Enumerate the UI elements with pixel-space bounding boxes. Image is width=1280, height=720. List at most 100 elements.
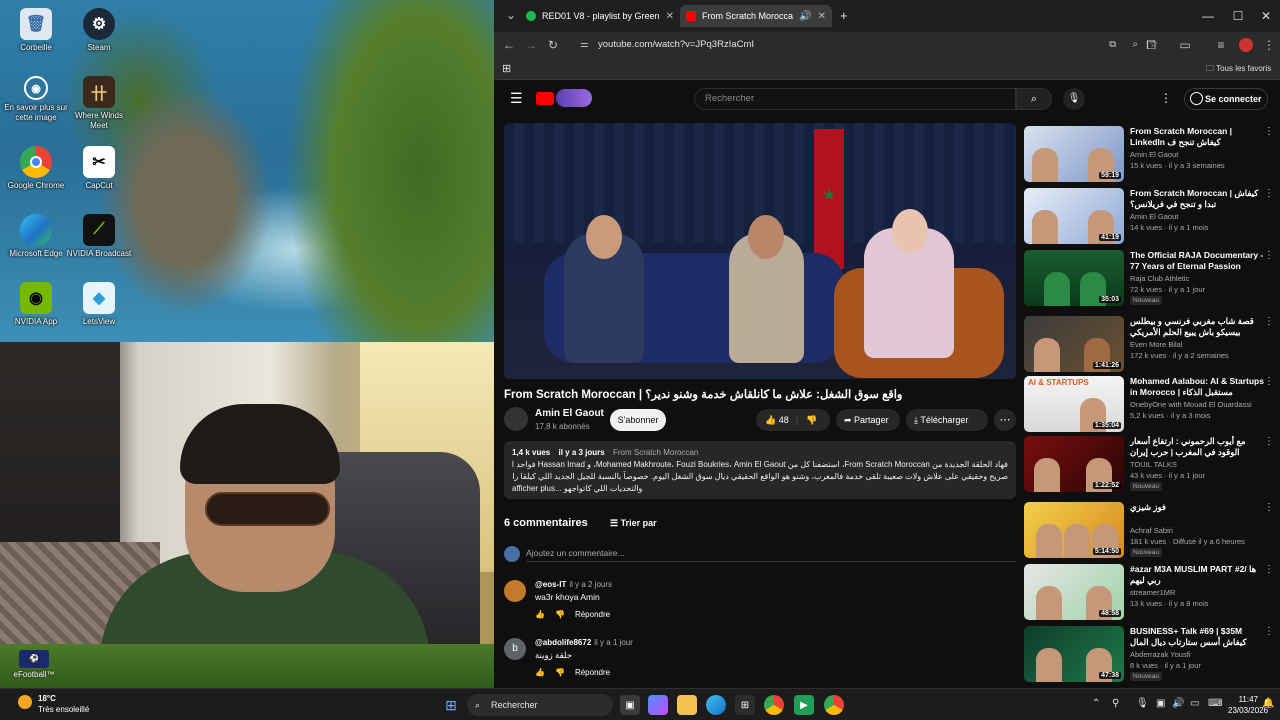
recommended-video[interactable]: 1:41:26 قصة شاب مغربي فرنسي و بيطلس بيسي… bbox=[1024, 316, 1274, 374]
video-description[interactable]: 1,4 k vues il y a 3 jours From Scratch M… bbox=[504, 441, 1016, 499]
video-options-icon[interactable]: ⋮ bbox=[1264, 126, 1274, 137]
channel-avatar[interactable] bbox=[504, 407, 528, 431]
new-tab-button[interactable]: + bbox=[840, 8, 848, 23]
zoom-icon[interactable]: ⌕ bbox=[1133, 35, 1138, 55]
install-app-icon[interactable]: ⧉ bbox=[1109, 35, 1116, 55]
microphone-tray-icon[interactable]: 🎙 bbox=[1136, 698, 1149, 709]
add-comment-input[interactable]: Ajoutez un commentaire... bbox=[526, 548, 1016, 562]
recommended-title[interactable]: فوز شيزي bbox=[1130, 502, 1264, 524]
recommended-video[interactable]: 1:22:52 مع أيوب الرحموني : ارتفاع أسعار … bbox=[1024, 436, 1274, 494]
desktop-icon-efootball[interactable]: ⚽ eFootball™ bbox=[8, 650, 60, 679]
desktop-icon-letsview[interactable]: ◆ LetsView bbox=[66, 282, 132, 327]
dislike-button[interactable]: 👎 bbox=[806, 409, 817, 431]
video-options-icon[interactable]: ⋮ bbox=[1264, 316, 1274, 327]
hamburger-menu-icon[interactable]: ☰ bbox=[510, 90, 523, 107]
sort-comments-button[interactable]: ☰ Trier par bbox=[610, 518, 657, 529]
recommended-title[interactable]: مع أيوب الرحموني : ارتفاع أسعار الوقود ف… bbox=[1130, 436, 1264, 458]
video-thumbnail[interactable]: 47:38 bbox=[1024, 626, 1124, 682]
address-bar[interactable]: ⚌ youtube.com/watch?v=JPq3RzIaCmI ⧉ ⌕ ☆ bbox=[574, 35, 1164, 55]
reply-button[interactable]: Répondre bbox=[575, 668, 610, 677]
youtube-doodle-logo[interactable] bbox=[556, 89, 592, 107]
site-info-icon[interactable]: ⚌ bbox=[580, 35, 589, 55]
series-link[interactable]: From Scratch Moroccan bbox=[613, 448, 698, 457]
recommended-video[interactable]: 5:14:50 فوز شيزي Achraf Sabiri 181 k vue… bbox=[1024, 502, 1274, 560]
recommended-channel[interactable]: Abderrazak Yousfi bbox=[1130, 650, 1190, 659]
tab-close-icon[interactable]: ✕ bbox=[666, 11, 674, 22]
recommended-video[interactable]: 35:03 The Official RAJA Documentary - 77… bbox=[1024, 250, 1274, 308]
share-button[interactable]: ➦ Partager bbox=[836, 409, 900, 431]
video-options-icon[interactable]: ⋮ bbox=[1264, 502, 1274, 513]
recommended-channel[interactable]: Amin El Gaout bbox=[1130, 212, 1178, 221]
recommended-video[interactable]: 48:58 #azar M3A MUSLIM PART #2/ ها ربي ل… bbox=[1024, 564, 1274, 622]
recommended-video[interactable]: 41:19 From Scratch Moroccan | كيفاش تبدا… bbox=[1024, 188, 1274, 246]
recommended-title[interactable]: #azar M3A MUSLIM PART #2/ ها ربي ليهم bbox=[1130, 564, 1264, 586]
video-options-icon[interactable]: ⋮ bbox=[1264, 250, 1274, 261]
recommended-channel[interactable]: TOUIL TALKS bbox=[1130, 460, 1177, 469]
subscribe-button[interactable]: S'abonner bbox=[610, 409, 666, 431]
desktop-icon-where-winds-meet[interactable]: 卄 Where Winds Meet bbox=[66, 76, 132, 131]
recommended-channel[interactable]: Amin El Gaout bbox=[1130, 150, 1178, 159]
file-explorer-icon[interactable] bbox=[677, 695, 697, 715]
tab-search-icon[interactable]: ⌄ bbox=[500, 8, 522, 22]
recommended-channel[interactable]: OnebyOne with Mouad El Ouardassi bbox=[1130, 400, 1252, 409]
clock[interactable]: 11:47 23/03/2026 bbox=[1228, 694, 1268, 716]
video-options-icon[interactable]: ⋮ bbox=[1264, 436, 1274, 447]
all-bookmarks-folder[interactable]: 🗀 Tous les favoris bbox=[1206, 63, 1271, 77]
usb-icon[interactable]: ⚲ bbox=[1112, 698, 1119, 709]
description-show-more[interactable]: والتحديات اللي كاتواجهو ...afficher plus bbox=[512, 483, 1008, 495]
app-taskbar-icon[interactable]: ▶ bbox=[794, 695, 814, 715]
reply-button[interactable]: Répondre bbox=[575, 610, 610, 619]
recommended-channel[interactable]: streamer1MR bbox=[1130, 588, 1175, 597]
search-input[interactable]: Rechercher bbox=[694, 88, 1016, 110]
video-thumbnail[interactable]: 59:19 bbox=[1024, 126, 1124, 182]
sign-in-button[interactable]: Se connecter bbox=[1184, 88, 1268, 110]
recommended-channel[interactable]: Even More Bilal bbox=[1130, 340, 1183, 349]
recommended-video[interactable]: AI & STARTUPS 1:35:04 Mohamed Aalabou: AI… bbox=[1024, 376, 1274, 434]
recommended-video[interactable]: 59:19 From Scratch Moroccan | LinkedIn ك… bbox=[1024, 126, 1274, 184]
close-button[interactable]: ✕ bbox=[1256, 6, 1276, 26]
forward-arrow-icon[interactable]: → bbox=[520, 38, 542, 52]
reading-list-icon[interactable]: ≡ bbox=[1210, 38, 1232, 52]
apps-grid-icon[interactable]: ⊞ bbox=[502, 62, 511, 75]
speaker-icon[interactable]: 🔊 bbox=[799, 11, 811, 22]
back-arrow-icon[interactable]: ← bbox=[498, 38, 520, 52]
chrome-menu-icon[interactable]: ⋮ bbox=[1258, 38, 1280, 52]
recommended-title[interactable]: BUSINESS+ Talk #69 | $35M كيفاش أسس ستار… bbox=[1130, 626, 1264, 648]
comment-author[interactable]: @abdolife8672 bbox=[535, 638, 591, 647]
youtube-logo-icon[interactable] bbox=[536, 92, 554, 105]
recommended-title[interactable]: قصة شاب مغربي فرنسي و بيطلس بيسيكو باش ي… bbox=[1130, 316, 1264, 338]
notification-bell-icon[interactable]: 🔔 bbox=[1262, 698, 1274, 709]
desktop-icon-capcut[interactable]: ✂ CapCut bbox=[66, 146, 132, 191]
recommended-title[interactable]: The Official RAJA Documentary - 77 Years… bbox=[1130, 250, 1264, 272]
recommended-channel[interactable]: Achraf Sabiri bbox=[1130, 526, 1173, 535]
video-options-icon[interactable]: ⋮ bbox=[1264, 626, 1274, 637]
chrome-profile-taskbar-icon[interactable] bbox=[824, 695, 844, 715]
video-thumbnail[interactable]: 1:22:52 bbox=[1024, 436, 1124, 492]
video-thumbnail[interactable]: 5:14:50 bbox=[1024, 502, 1124, 558]
comment-like-icon[interactable]: 👍 bbox=[535, 668, 545, 677]
tab-youtube-video[interactable]: From Scratch Moroccan | ع 🔊 ✕ bbox=[680, 5, 832, 27]
microphone-icon[interactable]: 🎙 bbox=[1063, 88, 1085, 110]
recommended-channel[interactable]: Raja Club Athletic bbox=[1130, 274, 1189, 283]
tab-red01-playlist[interactable]: RED01 V8 - playlist by Greenbo ✕ bbox=[520, 5, 680, 27]
search-icon[interactable]: ⌕ bbox=[1016, 88, 1052, 110]
comment-like-icon[interactable]: 👍 bbox=[535, 610, 545, 619]
comment-dislike-icon[interactable]: 👎 bbox=[555, 610, 565, 619]
profile-avatar-icon[interactable] bbox=[1239, 38, 1253, 52]
tray-overflow-icon[interactable]: ⌃ bbox=[1092, 698, 1100, 709]
more-actions-icon[interactable]: ⋯ bbox=[994, 409, 1016, 431]
keyboard-icon[interactable]: ⌨ bbox=[1208, 698, 1222, 709]
video-thumbnail[interactable]: 41:19 bbox=[1024, 188, 1124, 244]
battery-icon[interactable]: ▭ bbox=[1190, 698, 1199, 709]
video-thumbnail[interactable]: 35:03 bbox=[1024, 250, 1124, 306]
video-player[interactable] bbox=[504, 123, 1016, 379]
commenter-avatar[interactable] bbox=[504, 580, 526, 602]
copilot-icon[interactable] bbox=[648, 695, 668, 715]
recommended-title[interactable]: From Scratch Moroccan | كيفاش تبدا و تنج… bbox=[1130, 188, 1264, 210]
video-thumbnail[interactable]: 1:41:26 bbox=[1024, 316, 1124, 372]
reload-icon[interactable]: ↻ bbox=[542, 38, 564, 52]
video-thumbnail[interactable]: AI & STARTUPS 1:35:04 bbox=[1024, 376, 1124, 432]
video-options-icon[interactable]: ⋮ bbox=[1264, 376, 1274, 387]
download-button[interactable]: ⤓ Télécharger bbox=[906, 409, 988, 431]
volume-icon[interactable]: 🔊 bbox=[1172, 698, 1184, 709]
